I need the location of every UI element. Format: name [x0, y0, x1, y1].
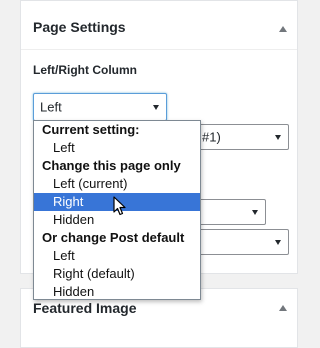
page-settings-title: Page Settings	[33, 19, 126, 35]
optgroup-post-default: Or change Post default	[42, 230, 185, 245]
option-default-right[interactable]: Right (default)	[34, 265, 200, 283]
chevron-down-icon	[252, 210, 258, 215]
featured-image-title: Featured Image	[33, 300, 137, 316]
left-right-column-select[interactable]: Left	[33, 93, 167, 121]
mouse-pointer-icon	[113, 196, 126, 216]
option-current-left[interactable]: Left	[34, 139, 200, 157]
template-select-value: #1)	[202, 129, 221, 145]
left-right-column-select-value: Left	[40, 99, 62, 115]
option-page-left-current[interactable]: Left (current)	[34, 175, 200, 193]
optgroup-change-page-only: Change this page only	[42, 158, 181, 173]
option-default-hidden[interactable]: Hidden	[34, 283, 200, 301]
collapse-toggle-icon[interactable]	[279, 305, 287, 311]
left-right-column-label: Left/Right Column	[33, 63, 137, 77]
chevron-down-icon	[275, 135, 281, 140]
panel-divider	[21, 49, 297, 50]
optgroup-current-setting: Current setting:	[42, 122, 140, 137]
option-default-left[interactable]: Left	[34, 247, 200, 265]
chevron-down-icon	[153, 105, 159, 110]
collapse-toggle-icon[interactable]	[279, 26, 287, 32]
chevron-down-icon	[275, 240, 281, 245]
